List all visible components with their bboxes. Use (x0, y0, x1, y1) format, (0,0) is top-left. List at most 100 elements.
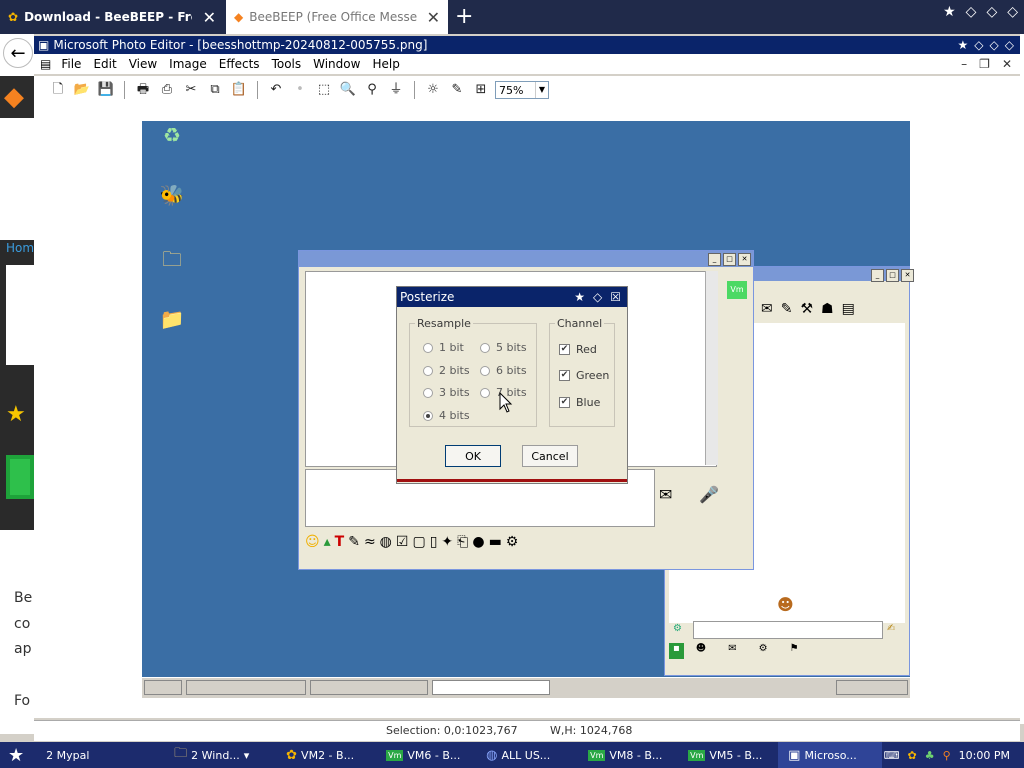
taskbar-item-windows[interactable]: 🗀 2 Wind... ▾ (164, 742, 276, 768)
close-diamond-icon[interactable]: ◇ (1007, 4, 1018, 20)
tab-users[interactable]: ▪ (669, 643, 684, 659)
microphone-icon[interactable]: 🎤 (699, 485, 719, 504)
minimize-icon[interactable]: _ (871, 269, 884, 282)
maximize-icon[interactable]: □ (886, 269, 899, 282)
minimize-diamond-icon[interactable]: ◇ (974, 38, 983, 52)
close-tab-icon[interactable]: ✕ (203, 8, 216, 27)
paste-icon[interactable]: 📋 (229, 81, 249, 99)
scan-icon[interactable]: ⎙ (157, 81, 177, 99)
search-icon[interactable]: ⚲ (943, 749, 951, 762)
save-icon[interactable]: 💾 (96, 81, 116, 99)
radio-6-bits[interactable]: 6 bits (480, 364, 527, 377)
keyboard-icon[interactable]: ⌨ (884, 749, 900, 762)
home-link[interactable]: Hom (6, 241, 34, 255)
taskbar-item-vm6[interactable]: Vm VM6 - B... (376, 742, 476, 768)
clear-icon[interactable]: ≈ (364, 534, 376, 550)
font-icon[interactable]: T (335, 534, 345, 550)
menu-image[interactable]: Image (163, 57, 213, 71)
smile-icon[interactable]: ▴ (324, 534, 331, 550)
radio-5-bits[interactable]: 5 bits (480, 341, 527, 354)
taskbar-item-vm2[interactable]: ✿ VM2 - B... (276, 742, 376, 768)
screenshot-icon[interactable]: ⎗ (457, 534, 468, 550)
clock[interactable]: 10:00 PM (959, 749, 1010, 762)
funnel-icon[interactable]: ⏚ (386, 81, 406, 99)
sun-icon[interactable]: ☼ (423, 81, 443, 99)
menu-edit[interactable]: Edit (87, 57, 122, 71)
restore-diamond-icon[interactable]: ◇ (990, 38, 999, 52)
taskbar-item-vm5[interactable]: Vm VM5 - B... (678, 742, 778, 768)
checkbox-red[interactable]: ✔ Red (559, 343, 597, 356)
pin-icon[interactable]: ⚲ (362, 81, 382, 99)
edit-icon[interactable]: ✎ (781, 301, 793, 317)
maximize-icon[interactable]: □ (723, 252, 736, 266)
network-icon[interactable]: ♣ (925, 749, 935, 762)
minimize-icon[interactable]: _ (708, 252, 721, 266)
close-icon[interactable]: ✕ (738, 252, 751, 266)
cut-icon[interactable]: ✂ (181, 81, 201, 99)
star-icon[interactable]: ★ (958, 38, 969, 52)
tab-groups[interactable]: ☻ (686, 643, 716, 659)
clear-icon[interactable]: ✍ (887, 623, 895, 634)
zoom-combobox[interactable]: 75% ▼ (495, 81, 549, 99)
minimize-diamond-icon[interactable]: ◇ (966, 4, 977, 20)
settings-icon[interactable]: ⚙ (506, 534, 519, 550)
tab-download-beebeep[interactable]: ✿ Download - BeeBEEP - Free Office ✕ (0, 0, 224, 34)
start-star-icon[interactable]: ★ (0, 742, 32, 768)
radio-4-bits[interactable]: 4 bits (423, 409, 470, 422)
cancel-button[interactable]: Cancel (522, 445, 578, 467)
close-tab-icon[interactable]: ✕ (427, 8, 440, 27)
help-diamond-icon[interactable]: ◇ (593, 290, 602, 304)
record-icon[interactable]: ● (472, 534, 484, 550)
star-icon[interactable]: ★ (574, 290, 585, 304)
ok-button[interactable]: OK (445, 445, 501, 467)
tab-net[interactable]: ⚑ (780, 643, 809, 659)
users-icon[interactable]: ☗ (821, 301, 834, 317)
menu-window[interactable]: Window (307, 57, 366, 71)
globe-icon[interactable]: ◍ (380, 534, 392, 550)
menu-help[interactable]: Help (366, 57, 405, 71)
mdi-restore-icon[interactable]: ❐ (979, 57, 990, 71)
menu-file[interactable]: File (55, 57, 87, 71)
menu-view[interactable]: View (123, 57, 163, 71)
checkbox-green[interactable]: ✔ Green (559, 369, 609, 382)
close-icon[interactable]: ✕ (901, 269, 914, 282)
send-icon[interactable]: ✉ (659, 485, 672, 504)
color-icon[interactable]: ✎ (348, 534, 360, 550)
menu-tools[interactable]: Tools (266, 57, 308, 71)
copy-icon[interactable]: ⧉ (205, 81, 225, 99)
pin-icon[interactable]: ✦ (441, 534, 453, 550)
print-icon[interactable]: 🖶 (133, 81, 153, 99)
mdi-close-icon[interactable]: ✕ (1002, 57, 1012, 71)
tab-beebeep-free-office-messenger[interactable]: ◆ BeeBEEP (Free Office Messenger) ✕ (226, 0, 448, 34)
resize-icon[interactable]: ⊞ (471, 81, 491, 99)
undo-icon[interactable]: ↶ (266, 81, 286, 99)
emoji-icon[interactable]: ☺ (305, 534, 320, 550)
taskbar-item-all-us[interactable]: ◍ ALL US... (476, 742, 578, 768)
checkbox-blue[interactable]: ✔ Blue (559, 396, 600, 409)
check-icon[interactable]: ☑ (396, 534, 409, 550)
taskbar-item-photo-editor[interactable]: ▣ Microso... (778, 742, 883, 768)
note-icon[interactable]: ▢ (412, 534, 425, 550)
file-icon[interactable]: ▯ (430, 534, 438, 550)
radio-2-bits[interactable]: 2 bits (423, 364, 470, 377)
note-icon[interactable]: ✉ (761, 301, 773, 317)
menu-effects[interactable]: Effects (213, 57, 266, 71)
download-button[interactable] (6, 455, 34, 499)
open-folder-icon[interactable]: 📂 (72, 81, 92, 99)
taskbar-item-vm8[interactable]: Vm VM8 - B... (578, 742, 678, 768)
close-icon[interactable]: ☒ (610, 290, 621, 304)
back-arrow-icon[interactable]: ← (3, 38, 33, 68)
beebeep-search-input[interactable] (693, 621, 883, 639)
star-icon[interactable]: ★ (943, 4, 956, 20)
radio-3-bits[interactable]: 3 bits (423, 386, 470, 399)
beebeep-tray-icon[interactable]: ✿ (908, 749, 917, 762)
pencil-icon[interactable]: ✎ (447, 81, 467, 99)
zoom-magnifier-icon[interactable]: 🔍 (338, 81, 358, 99)
select-rect-icon[interactable]: ⬚ (314, 81, 334, 99)
tab-chats[interactable]: ✉ (718, 643, 746, 659)
new-tab-plus-icon[interactable]: + (455, 4, 473, 29)
notes-icon[interactable]: ▤ (842, 301, 855, 317)
save-icon[interactable]: ▬ (489, 534, 502, 550)
restore-diamond-icon[interactable]: ◇ (986, 4, 997, 20)
chat-scrollbar[interactable] (705, 271, 718, 465)
